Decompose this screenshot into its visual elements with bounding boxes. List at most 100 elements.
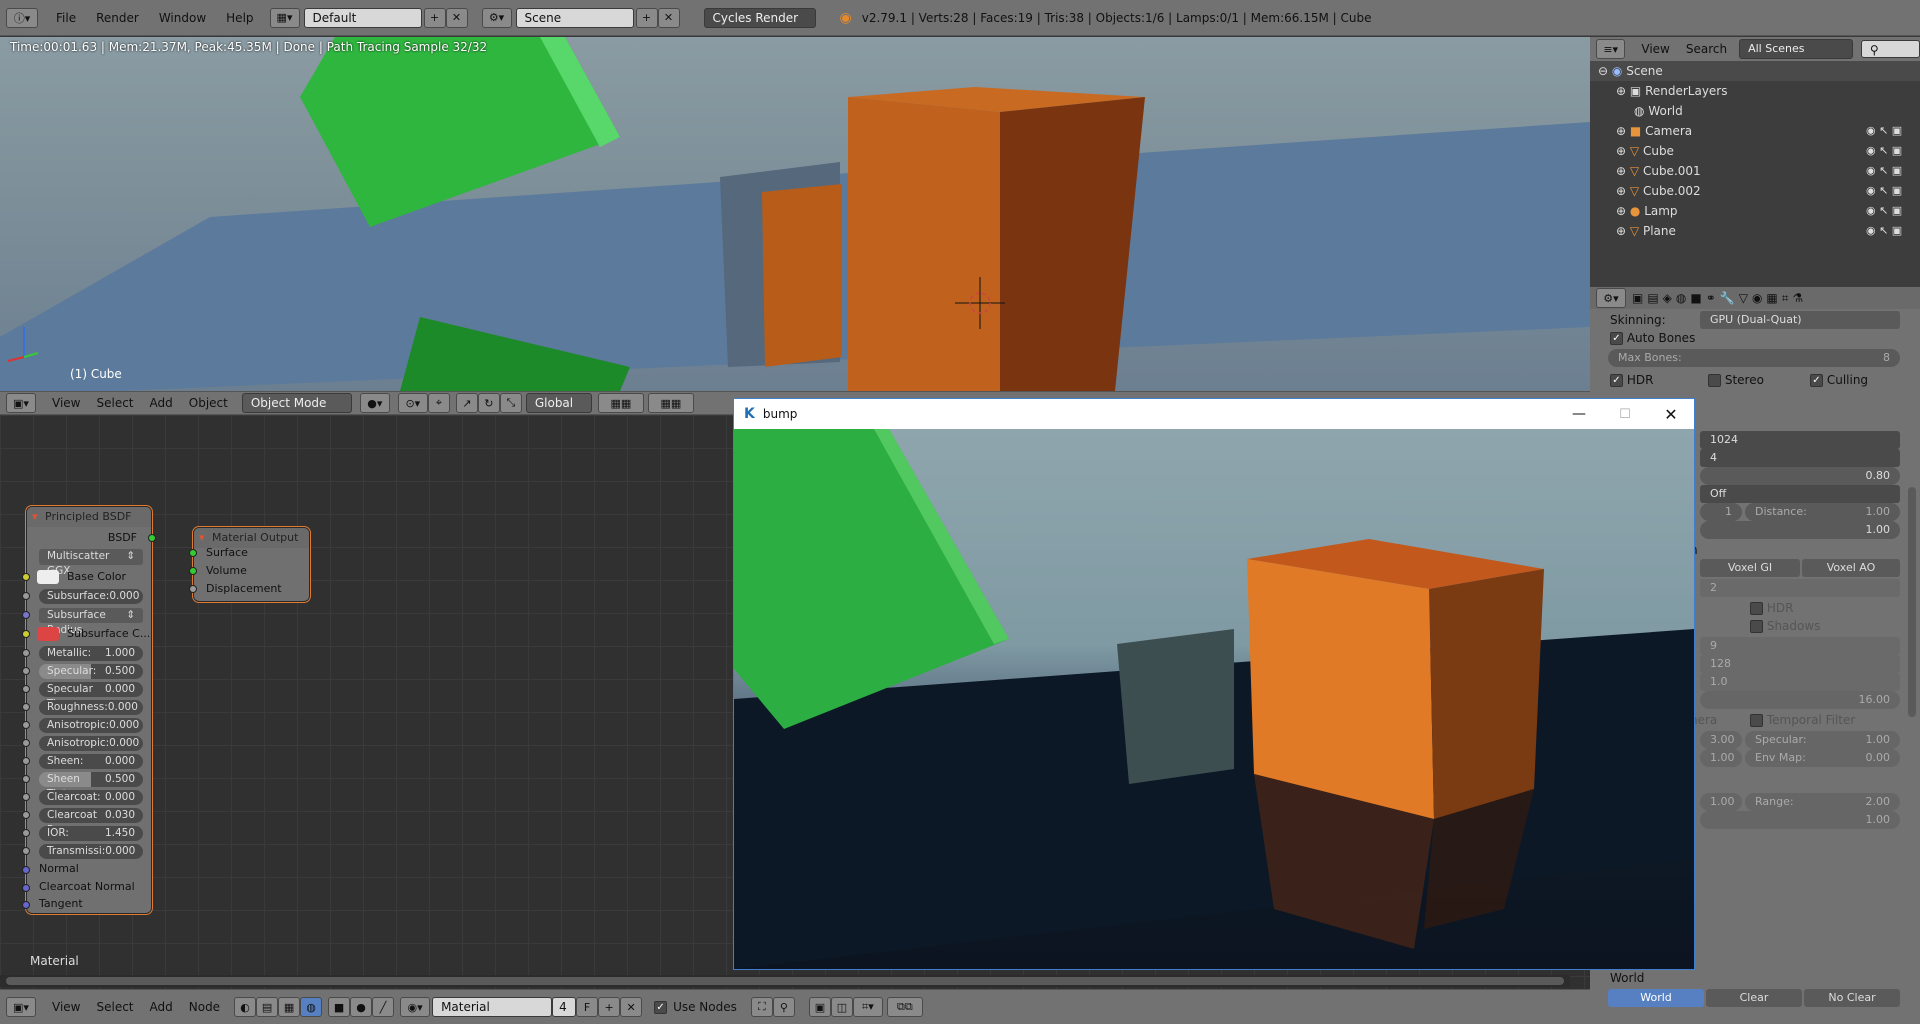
envmap-field[interactable]: Env Map: 0.00 — [1745, 749, 1900, 767]
scene-icon[interactable]: ⚙▾ — [481, 7, 512, 28]
distribution-select[interactable]: Multiscatter GGX ⇕ — [39, 549, 143, 577]
base-color-socket[interactable] — [22, 573, 30, 581]
transmission-field[interactable]: Transmissi: 0.000 — [39, 844, 143, 859]
vp-menu-view[interactable]: View — [44, 396, 88, 410]
clearcoat-roughness-field[interactable]: Clearcoat R: 0.030 — [39, 808, 143, 836]
voxel-gi-button[interactable]: Voxel GI — [1700, 559, 1800, 577]
remove-scene-icon[interactable]: ✕ — [657, 7, 680, 28]
subsurface-color-swatch[interactable] — [37, 627, 59, 641]
base-color-swatch[interactable] — [37, 570, 59, 584]
node-menu-node[interactable]: Node — [181, 1000, 228, 1014]
texture-nodes-icon[interactable]: ▦ — [278, 997, 301, 1017]
subsurface-field[interactable]: Subsurface: 0.000 — [39, 589, 143, 604]
scene-field[interactable]: Scene — [515, 7, 634, 28]
distance-field[interactable]: Distance: 1.00 — [1745, 503, 1900, 521]
culling-checkbox[interactable]: ✓ Culling — [1810, 371, 1868, 389]
specular-field[interactable]: Specular: 0.500 — [39, 664, 143, 679]
add-layout-icon[interactable]: + — [423, 7, 446, 28]
tangent-socket[interactable] — [22, 901, 30, 909]
vp-menu-select[interactable]: Select — [88, 396, 141, 410]
bias-field[interactable]: 1 — [1700, 503, 1742, 521]
screen-layout-icon[interactable]: ▦▾ — [269, 7, 300, 28]
object-shader-icon[interactable]: ■ — [328, 997, 351, 1017]
roughness-socket[interactable] — [22, 703, 30, 711]
split-field[interactable]: 0.80 — [1700, 467, 1900, 485]
transmission-socket[interactable] — [22, 847, 30, 855]
normal-socket[interactable] — [22, 866, 30, 874]
field-3[interactable]: 3.00 — [1700, 731, 1742, 749]
unlink-material-icon[interactable]: ✕ — [620, 997, 643, 1017]
no-clear-button[interactable]: No Clear — [1804, 989, 1900, 1007]
node-editor-type-icon[interactable]: ▣▾ — [6, 997, 36, 1017]
vp-menu-object[interactable]: Object — [181, 396, 236, 410]
orientation-select[interactable]: Global — [525, 393, 592, 413]
outliner-menu-search[interactable]: Search — [1678, 42, 1735, 56]
scrollbar-thumb[interactable] — [6, 977, 1564, 985]
render-window[interactable]: K bump — ☐ ✕ — [733, 398, 1695, 970]
shader-nodes-icon[interactable]: ◐ — [234, 997, 257, 1017]
voxel-ao-button[interactable]: Voxel AO — [1802, 559, 1900, 577]
field-1a[interactable]: 1.00 — [1700, 749, 1742, 767]
specular-socket[interactable] — [22, 667, 30, 675]
material-output-node[interactable]: Material Output Surface Volume Displacem… — [189, 527, 310, 602]
metallic-socket[interactable] — [22, 649, 30, 657]
world-button[interactable]: World — [1608, 989, 1704, 1007]
outliner-filter-select[interactable]: All Scenes — [1739, 39, 1853, 59]
sheen-socket[interactable] — [22, 757, 30, 765]
outliner-menu-view[interactable]: View — [1633, 42, 1677, 56]
snap-icon[interactable]: ⚲ — [772, 997, 795, 1017]
mode-select[interactable]: Object Mode — [241, 393, 352, 413]
stereo-checkbox[interactable]: Stereo — [1708, 371, 1764, 389]
node-editor-scrollbar[interactable] — [0, 975, 1570, 987]
node-menu-view[interactable]: View — [44, 1000, 88, 1014]
menu-help[interactable]: Help — [216, 0, 263, 36]
fake-user-button[interactable]: F — [576, 997, 599, 1017]
eye-icon[interactable]: ◉ ↖ ▣ — [1866, 221, 1916, 241]
volume-input-socket[interactable] — [189, 567, 197, 575]
max-bones-field[interactable]: Max Bones: 8 — [1608, 349, 1900, 367]
skinning-select[interactable]: GPU (Dual-Quat) — [1700, 311, 1900, 329]
outliner-search-field[interactable]: ⚲ — [1860, 40, 1920, 58]
clearcoat-field[interactable]: Clearcoat: 0.000 — [39, 790, 143, 805]
add-scene-icon[interactable]: + — [635, 7, 658, 28]
new-material-icon[interactable]: + — [598, 997, 621, 1017]
node-menu-add[interactable]: Add — [142, 1000, 181, 1014]
minimize-icon[interactable]: — — [1556, 406, 1602, 422]
clear-button[interactable]: Clear — [1706, 989, 1802, 1007]
remove-layout-icon[interactable]: ✕ — [445, 7, 468, 28]
world-shader-icon[interactable]: ● — [350, 997, 373, 1017]
select-9[interactable]: 9 — [1700, 637, 1900, 655]
linestyle-icon[interactable]: ╱ — [372, 997, 395, 1017]
ior-socket[interactable] — [22, 829, 30, 837]
use-nodes-checkbox[interactable]: ✓ — [654, 1000, 668, 1014]
bsdf-output-socket[interactable] — [148, 534, 156, 542]
outliner-item-scene[interactable]: ⊖ ◉ Scene — [1590, 61, 1920, 81]
sheen-tint-field[interactable]: Sheen Tint: 0.500 — [39, 772, 143, 800]
subsurface-color-socket[interactable] — [22, 630, 30, 638]
metallic-field[interactable]: Metallic: 1.000 — [39, 646, 143, 661]
material-name-field[interactable]: Material — [432, 997, 553, 1017]
anisotropic-rotation-socket[interactable] — [22, 739, 30, 747]
vp-menu-add[interactable]: Add — [142, 396, 181, 410]
clearcoat-socket[interactable] — [22, 793, 30, 801]
properties-tabs-icons[interactable]: ▣▤◈◍■⚭🔧▽◉▦⌗⚗ — [1632, 291, 1807, 306]
visibility-toggles[interactable]: ◉ ↖ ▣ ◉ ↖ ▣ ◉ ↖ ▣ ◉ ↖ ▣ ◉ ↖ ▣ ◉ ↖ ▣ — [1866, 121, 1916, 241]
anisotropic-socket[interactable] — [22, 721, 30, 729]
field-1b[interactable]: 1.00 — [1700, 793, 1742, 811]
layers2-icon[interactable]: ▦▦ — [647, 393, 694, 413]
principled-bsdf-node[interactable]: Principled BSDF BSDF Multiscatter GGX ⇕ B… — [22, 506, 156, 914]
auto-bones-checkbox[interactable]: ✓ Auto Bones — [1610, 329, 1695, 347]
eye-icon[interactable]: ◉ ↖ ▣ — [1866, 141, 1916, 161]
spec-tint-socket[interactable] — [22, 685, 30, 693]
translate-icon[interactable]: ↗ — [455, 393, 478, 413]
cascades-select[interactable]: 4 — [1700, 449, 1900, 467]
anisotropic-rotation-field[interactable]: Anisotropic: 0.000 — [39, 736, 143, 751]
subsurface-radius-select[interactable]: Subsurface Radius ⇕ — [39, 608, 143, 636]
info-editor-icon[interactable]: ⓘ▾ — [6, 7, 38, 28]
node-menu-select[interactable]: Select — [88, 1000, 141, 1014]
clearcoat-roughness-socket[interactable] — [22, 811, 30, 819]
voxel-select[interactable]: 2 — [1700, 579, 1900, 597]
outliner-editor-icon[interactable]: ≡▾ — [1596, 39, 1626, 59]
select-128[interactable]: 128 — [1700, 655, 1900, 673]
eye-icon[interactable]: ◉ ↖ ▣ — [1866, 121, 1916, 141]
